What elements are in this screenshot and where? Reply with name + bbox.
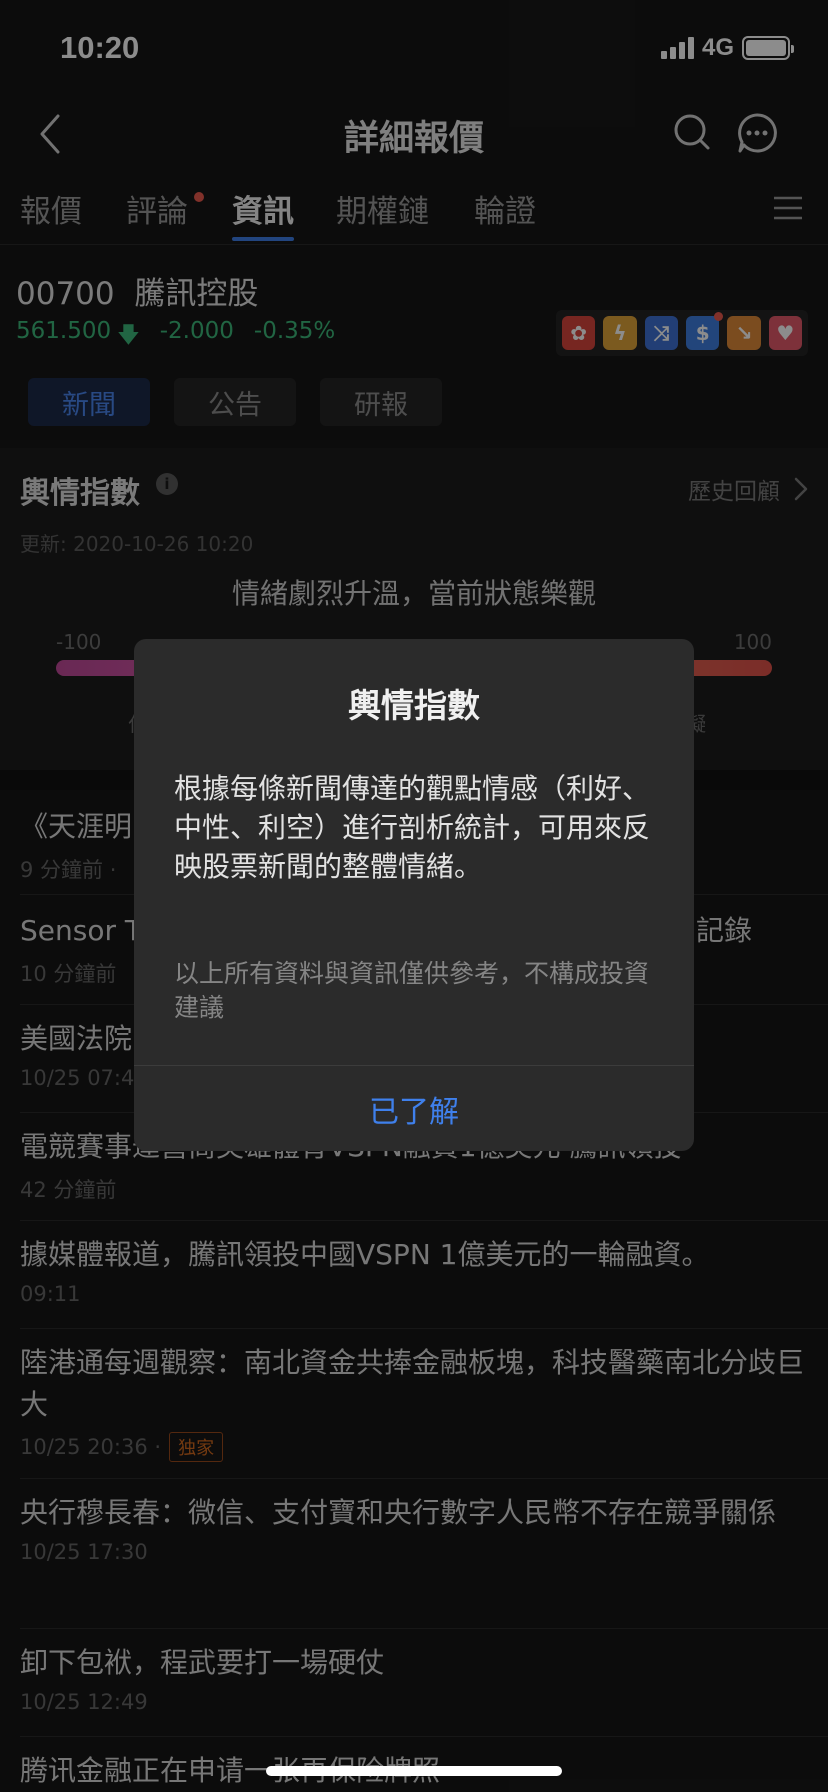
home-indicator[interactable] (266, 1766, 562, 1776)
dialog-title: 輿情指數 (348, 686, 480, 725)
dialog-confirm-button[interactable]: 已了解 (134, 1066, 694, 1151)
dialog-body: 根據每條新聞傳達的觀點情感（利好、中性、利空）進行剖析統計，可用來反映股票新聞的… (174, 772, 651, 883)
sentiment-info-dialog: 輿情指數 根據每條新聞傳達的觀點情感（利好、中性、利空）進行剖析統計，可用來反映… (134, 639, 694, 1151)
dialog-disclaimer: 以上所有資料與資訊僅供參考，不構成投資建議 (174, 959, 650, 1022)
